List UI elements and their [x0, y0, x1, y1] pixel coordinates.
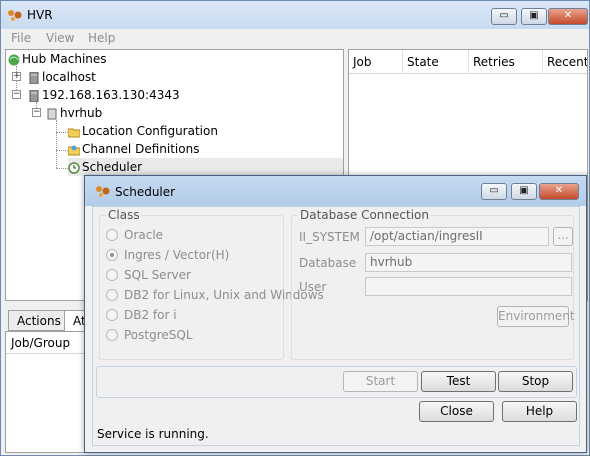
radio-button[interactable]	[106, 309, 118, 321]
server-icon	[29, 71, 39, 84]
job-table-header: Job State Retries Recent	[349, 50, 587, 74]
radio-button[interactable]	[106, 329, 118, 341]
database-connection-group: Database Connection II_SYSTEM /opt/actia…	[291, 208, 575, 360]
dialog-title: Scheduler	[115, 185, 176, 199]
radio-postgresql[interactable]: PostgreSQL	[106, 326, 193, 344]
tree-item-localhost[interactable]: localhost	[28, 68, 96, 86]
tree-item-hub-machines[interactable]: Hub Machines	[8, 50, 107, 68]
close-window-button[interactable]: ✕	[548, 8, 588, 25]
test-button[interactable]: Test	[421, 371, 496, 392]
title-bar: HVR ▭ ▣ ✕	[1, 1, 589, 29]
ii-system-field[interactable]: /opt/actian/ingresII	[365, 227, 549, 246]
user-field[interactable]	[365, 277, 572, 296]
maximize-button[interactable]: ▣	[521, 8, 547, 25]
dialog-close-button[interactable]: ✕	[539, 183, 579, 200]
dialog-title-bar: Scheduler ▭ ▣ ✕	[85, 176, 586, 206]
menu-file[interactable]: File	[11, 31, 31, 45]
radio-button[interactable]	[106, 249, 118, 261]
dialog-maximize-button[interactable]: ▣	[511, 183, 537, 200]
database-label: Database	[299, 256, 357, 270]
radio-label: Oracle	[124, 228, 164, 242]
radio-sql-server[interactable]: SQL Server	[106, 266, 191, 284]
user-label: User	[299, 280, 327, 294]
database-field[interactable]: hvrhub	[365, 253, 572, 272]
dialog-body: Class Oracle Ingres / Vector(H) SQL Serv…	[92, 206, 580, 446]
collapse-icon[interactable]: −	[12, 90, 21, 99]
menu-help[interactable]: Help	[88, 31, 115, 45]
column-header-job-group[interactable]: Job/Group	[6, 332, 89, 354]
radio-label: SQL Server	[124, 268, 191, 282]
tree-item-hvrhub[interactable]: hvrhub	[46, 104, 102, 122]
collapse-icon[interactable]: −	[32, 108, 41, 117]
tree-label: Location Configuration	[82, 124, 218, 138]
help-button[interactable]: Help	[502, 401, 577, 422]
dialog-minimize-button[interactable]: ▭	[481, 183, 507, 200]
radio-db2-i[interactable]: DB2 for i	[106, 306, 177, 324]
minimize-button[interactable]: ▭	[491, 8, 517, 25]
job-group-table[interactable]: Job/Group	[5, 331, 90, 453]
radio-ingres[interactable]: Ingres / Vector(H)	[106, 246, 229, 264]
globe-icon	[8, 54, 20, 65]
stop-button[interactable]: Stop	[498, 371, 573, 392]
server-icon	[29, 89, 39, 102]
radio-button[interactable]	[106, 229, 118, 241]
column-header-state[interactable]: State	[403, 50, 469, 74]
folder-icon	[68, 145, 80, 155]
tree-label: Hub Machines	[22, 52, 107, 66]
column-header-job[interactable]: Job	[349, 50, 403, 74]
hvr-logo-icon	[96, 186, 110, 197]
radio-label: PostgreSQL	[124, 328, 193, 342]
tab-actions[interactable]: Actions	[8, 310, 70, 331]
tree-label: Scheduler	[82, 160, 143, 174]
browse-button[interactable]: ...	[553, 227, 573, 246]
hvr-logo-icon	[8, 10, 22, 21]
menu-bar: File View Help	[1, 29, 589, 47]
radio-label: DB2 for i	[124, 308, 177, 322]
tree-item-location-configuration[interactable]: Location Configuration	[68, 122, 218, 140]
folder-icon	[68, 128, 80, 137]
menu-view[interactable]: View	[46, 31, 74, 45]
tree-label: 192.168.163.130:4343	[42, 88, 180, 102]
ii-system-label: II_SYSTEM	[299, 230, 360, 244]
dialog-close-action-button[interactable]: Close	[419, 401, 494, 422]
tree-label: localhost	[42, 70, 96, 84]
database-connection-title: Database Connection	[298, 208, 431, 222]
database-icon	[47, 108, 57, 119]
status-text: Service is running.	[97, 427, 209, 441]
column-header-recent[interactable]: Recent	[543, 50, 587, 74]
radio-button[interactable]	[106, 269, 118, 281]
window-title: HVR	[27, 8, 53, 22]
action-row: Start Test Stop	[96, 366, 577, 398]
environment-button[interactable]: Environment	[497, 306, 575, 327]
scheduler-dialog: Scheduler ▭ ▣ ✕ Class Oracle Ingres / Ve…	[84, 175, 587, 453]
tree-label: Channel Definitions	[82, 142, 200, 156]
start-button[interactable]: Start	[343, 371, 418, 392]
radio-oracle[interactable]: Oracle	[106, 226, 163, 244]
radio-button[interactable]	[106, 289, 118, 301]
column-header-retries[interactable]: Retries	[469, 50, 543, 74]
tree-label: hvrhub	[60, 106, 103, 120]
tree-item-channel-definitions[interactable]: Channel Definitions	[68, 140, 199, 158]
radio-label: Ingres / Vector(H)	[124, 248, 230, 262]
clock-icon	[68, 161, 80, 174]
tree-item-scheduler[interactable]: Scheduler	[68, 158, 343, 176]
expand-icon[interactable]: +	[12, 72, 21, 81]
class-group: Class Oracle Ingres / Vector(H) SQL Serv…	[99, 208, 324, 360]
tree-item-remote-host[interactable]: 192.168.163.130:4343	[28, 86, 180, 104]
class-group-title: Class	[106, 208, 142, 222]
